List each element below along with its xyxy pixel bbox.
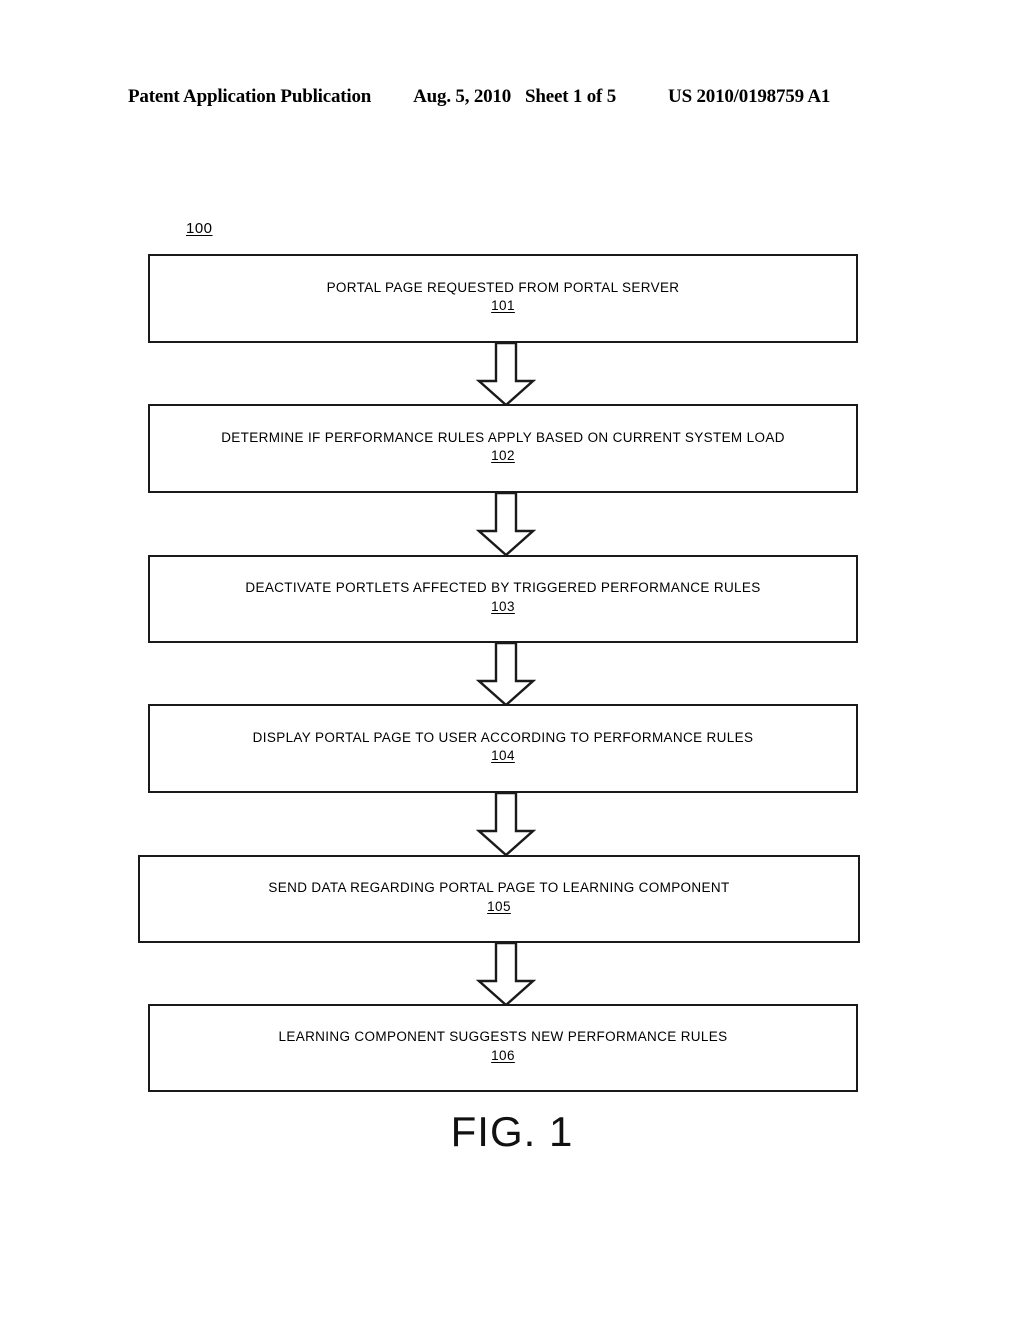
flowchart-step-106-content: LEARNING COMPONENT SUGGESTS NEW PERFORMA…: [279, 1029, 728, 1063]
block-arrow-104-to-105: [476, 793, 536, 856]
flowchart-step-102-numeral: 102: [491, 448, 515, 464]
block-arrow-103-to-104: [476, 643, 536, 706]
flowchart-step-105-text: SEND DATA REGARDING PORTAL PAGE TO LEARN…: [268, 880, 730, 896]
flowchart-step-102-text: DETERMINE IF PERFORMANCE RULES APPLY BAS…: [221, 429, 785, 445]
flowchart-step-106-text: LEARNING COMPONENT SUGGESTS NEW PERFORMA…: [278, 1029, 728, 1045]
flowchart-step-104-numeral: 104: [491, 748, 515, 764]
block-arrow-102-to-103: [476, 493, 536, 556]
flowchart-step-106-numeral: 106: [491, 1047, 515, 1063]
flowchart-step-105-numeral: 105: [487, 898, 511, 914]
figure-caption: FIG. 1: [450, 1108, 574, 1155]
flowchart-step-103-numeral: 103: [491, 598, 515, 614]
flowchart-step-103: DEACTIVATE PORTLETS AFFECTED BY TRIGGERE…: [148, 555, 858, 643]
block-arrow-105-to-106: [476, 943, 536, 1006]
flowchart-step-103-text: DEACTIVATE PORTLETS AFFECTED BY TRIGGERE…: [245, 580, 761, 596]
flowchart-step-106: LEARNING COMPONENT SUGGESTS NEW PERFORMA…: [148, 1004, 858, 1092]
flowchart-step-103-content: DEACTIVATE PORTLETS AFFECTED BY TRIGGERE…: [245, 580, 760, 614]
block-arrow-101-to-102: [476, 343, 536, 406]
flowchart-step-102-content: DETERMINE IF PERFORMANCE RULES APPLY BAS…: [221, 430, 785, 464]
flowchart-step-104-text: DISPLAY PORTAL PAGE TO USER ACCORDING TO…: [252, 729, 754, 745]
flowchart-step-101: PORTAL PAGE REQUESTED FROM PORTAL SERVER…: [148, 254, 858, 343]
flowchart-step-105: SEND DATA REGARDING PORTAL PAGE TO LEARN…: [138, 855, 860, 943]
figure-reference-numeral: 100: [186, 220, 213, 237]
flowchart-step-101-text: PORTAL PAGE REQUESTED FROM PORTAL SERVER: [326, 279, 680, 295]
flowchart-step-104: DISPLAY PORTAL PAGE TO USER ACCORDING TO…: [148, 704, 858, 793]
flowchart-step-101-content: PORTAL PAGE REQUESTED FROM PORTAL SERVER…: [327, 280, 680, 314]
flowchart-step-105-content: SEND DATA REGARDING PORTAL PAGE TO LEARN…: [268, 880, 729, 914]
flowchart-step-102: DETERMINE IF PERFORMANCE RULES APPLY BAS…: [148, 404, 858, 493]
flowchart-step-104-content: DISPLAY PORTAL PAGE TO USER ACCORDING TO…: [253, 730, 754, 764]
flowchart-step-101-numeral: 101: [491, 298, 515, 314]
